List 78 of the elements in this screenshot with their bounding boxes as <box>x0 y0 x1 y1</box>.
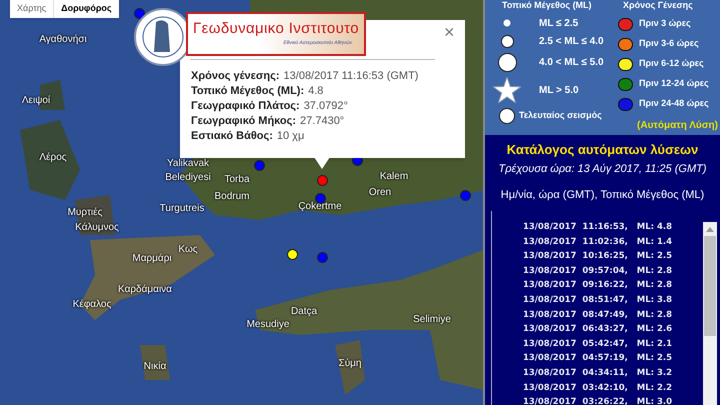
catalog-entry[interactable]: 13/08/2017 11:16:53, ML: 4.8 <box>522 220 672 235</box>
legend-label: 2.5 < ML ≤ 4.0 <box>539 35 604 49</box>
catalog-entry[interactable]: 13/08/2017 03:42:10, ML: 2.2 <box>522 380 672 396</box>
legend-label: Πριν 3 ώρες <box>639 17 691 30</box>
institute-name: Γεωδυναμικο Ινστιτουτο <box>193 20 359 36</box>
scroll-up-icon[interactable] <box>706 226 714 232</box>
earthquake-marker[interactable] <box>134 8 145 19</box>
small-circle-icon <box>503 19 511 27</box>
circle-icon <box>499 108 515 124</box>
place-label: Αγαθονήσι <box>39 35 87 45</box>
catalog-entry[interactable]: 13/08/2017 03:26:22, ML: 3.0 <box>522 395 672 405</box>
catalog-entry[interactable]: 13/08/2017 04:57:19, ML: 2.5 <box>522 351 672 366</box>
catalog-title: Κατάλογος αυτόματων λύσεων <box>506 141 698 159</box>
legend-note: (Αυτόματη Λύση) <box>637 119 718 133</box>
catalog-header: Ημ/νία, ώρα (GMT), Τοπικό Μέγεθος (ML) <box>500 188 704 203</box>
place-label: Mesudiye <box>246 320 290 330</box>
field-value: 37.0792° <box>304 99 348 114</box>
legend-label: Πριν 24-48 ώρες <box>639 97 709 110</box>
legend-label: 4.0 < ML ≤ 5.0 <box>539 56 604 70</box>
close-button[interactable]: × <box>444 23 455 41</box>
place-label: Oren <box>368 188 392 198</box>
legend-label: Πριν 3-6 ώρες <box>639 37 699 50</box>
field-label: Εστιακό Βάθος: <box>191 129 273 144</box>
field-label: Γεωγραφικό Μήκος: <box>191 114 296 129</box>
legend-heading: Τοπικό Μέγεθος (ML) <box>502 0 592 11</box>
place-label: Μυρτιές <box>68 208 102 218</box>
catalog-entry[interactable]: 13/08/2017 04:34:11, ML: 3.2 <box>522 366 672 381</box>
scrollbar[interactable] <box>703 222 717 405</box>
field-label: Γεωγραφικό Πλάτος: <box>191 99 300 114</box>
field-value: 10 χμ <box>276 129 304 144</box>
place-label: Κέφαλος <box>72 300 112 310</box>
legend-label: Πριν 6-12 ώρες <box>639 57 704 70</box>
current-time: Τρέχουσα ώρα: 13 Αύγ 2017, 11:25 (GMT) <box>498 162 706 176</box>
map-type-tab[interactable]: Χάρτης <box>10 0 54 18</box>
place-label: Νικία <box>144 362 166 372</box>
medium-circle-icon <box>500 35 514 48</box>
legend-label: ML > 5.0 <box>539 84 579 98</box>
popup-pointer-icon <box>314 157 330 169</box>
field-value: 4.8 <box>308 84 324 99</box>
legend-heading: Χρόνος Γένεσης <box>623 0 693 11</box>
catalog-entry[interactable]: 13/08/2017 05:42:47, ML: 2.1 <box>522 336 672 352</box>
place-label: Λειψοί <box>22 96 50 106</box>
star-icon <box>493 77 521 103</box>
place-label: Κάλυμνος <box>75 223 119 233</box>
catalog-entry[interactable]: 13/08/2017 06:43:27, ML: 2.6 <box>522 322 672 337</box>
place-label: Belediyesi <box>165 173 211 183</box>
earthquake-marker[interactable] <box>460 190 471 201</box>
place-label: Μαρμάρι <box>132 254 172 264</box>
place-label: Bodrum <box>214 192 250 202</box>
place-label: Kalem <box>380 172 408 182</box>
place-label: Turgutreis <box>160 204 204 214</box>
field-value: 27.7430° <box>300 114 344 129</box>
place-label: Çokertme <box>298 202 342 212</box>
catalog-entry[interactable]: 13/08/2017 08:51:47, ML: 3.8 <box>522 292 672 308</box>
legend-label: Πριν 12-24 ώρες <box>639 77 709 90</box>
map-type-tab[interactable]: Δορυφόρος <box>54 0 119 18</box>
place-label: Selimiye <box>413 315 451 325</box>
catalog-entry[interactable]: 13/08/2017 09:16:22, ML: 2.8 <box>522 278 672 293</box>
large-circle-icon <box>498 53 516 72</box>
place-label: Yalikavak <box>166 159 210 169</box>
catalog-entry[interactable]: 13/08/2017 10:16:25, ML: 2.5 <box>522 249 672 264</box>
place-label: Καρδάμαινα <box>118 285 172 295</box>
place-label: Datça <box>290 307 318 317</box>
catalog-entry[interactable]: 13/08/2017 11:02:36, ML: 1.4 <box>522 234 672 250</box>
field-label: Χρόνος γένεσης: <box>191 69 280 84</box>
place-label: Κως <box>178 245 198 255</box>
place-label: Λέρος <box>39 153 67 163</box>
legend-label: Τελευταίος σεισμός <box>519 109 602 122</box>
catalog-entry[interactable]: 13/08/2017 09:57:04, ML: 2.8 <box>522 264 672 278</box>
earthquake-marker[interactable] <box>317 252 328 263</box>
legend-label: ML ≤ 2.5 <box>539 16 578 30</box>
field-value: 13/08/2017 11:16:53 (GMT) <box>284 69 418 84</box>
catalog-entry[interactable]: 13/08/2017 08:47:49, ML: 2.8 <box>522 308 672 322</box>
field-label: Τοπικό Μέγεθος (ML): <box>191 84 304 99</box>
earthquake-marker[interactable] <box>287 249 298 260</box>
place-label: Σύμη <box>338 359 362 369</box>
place-label: Torba <box>224 175 250 185</box>
scrollbar-thumb[interactable] <box>704 236 716 336</box>
